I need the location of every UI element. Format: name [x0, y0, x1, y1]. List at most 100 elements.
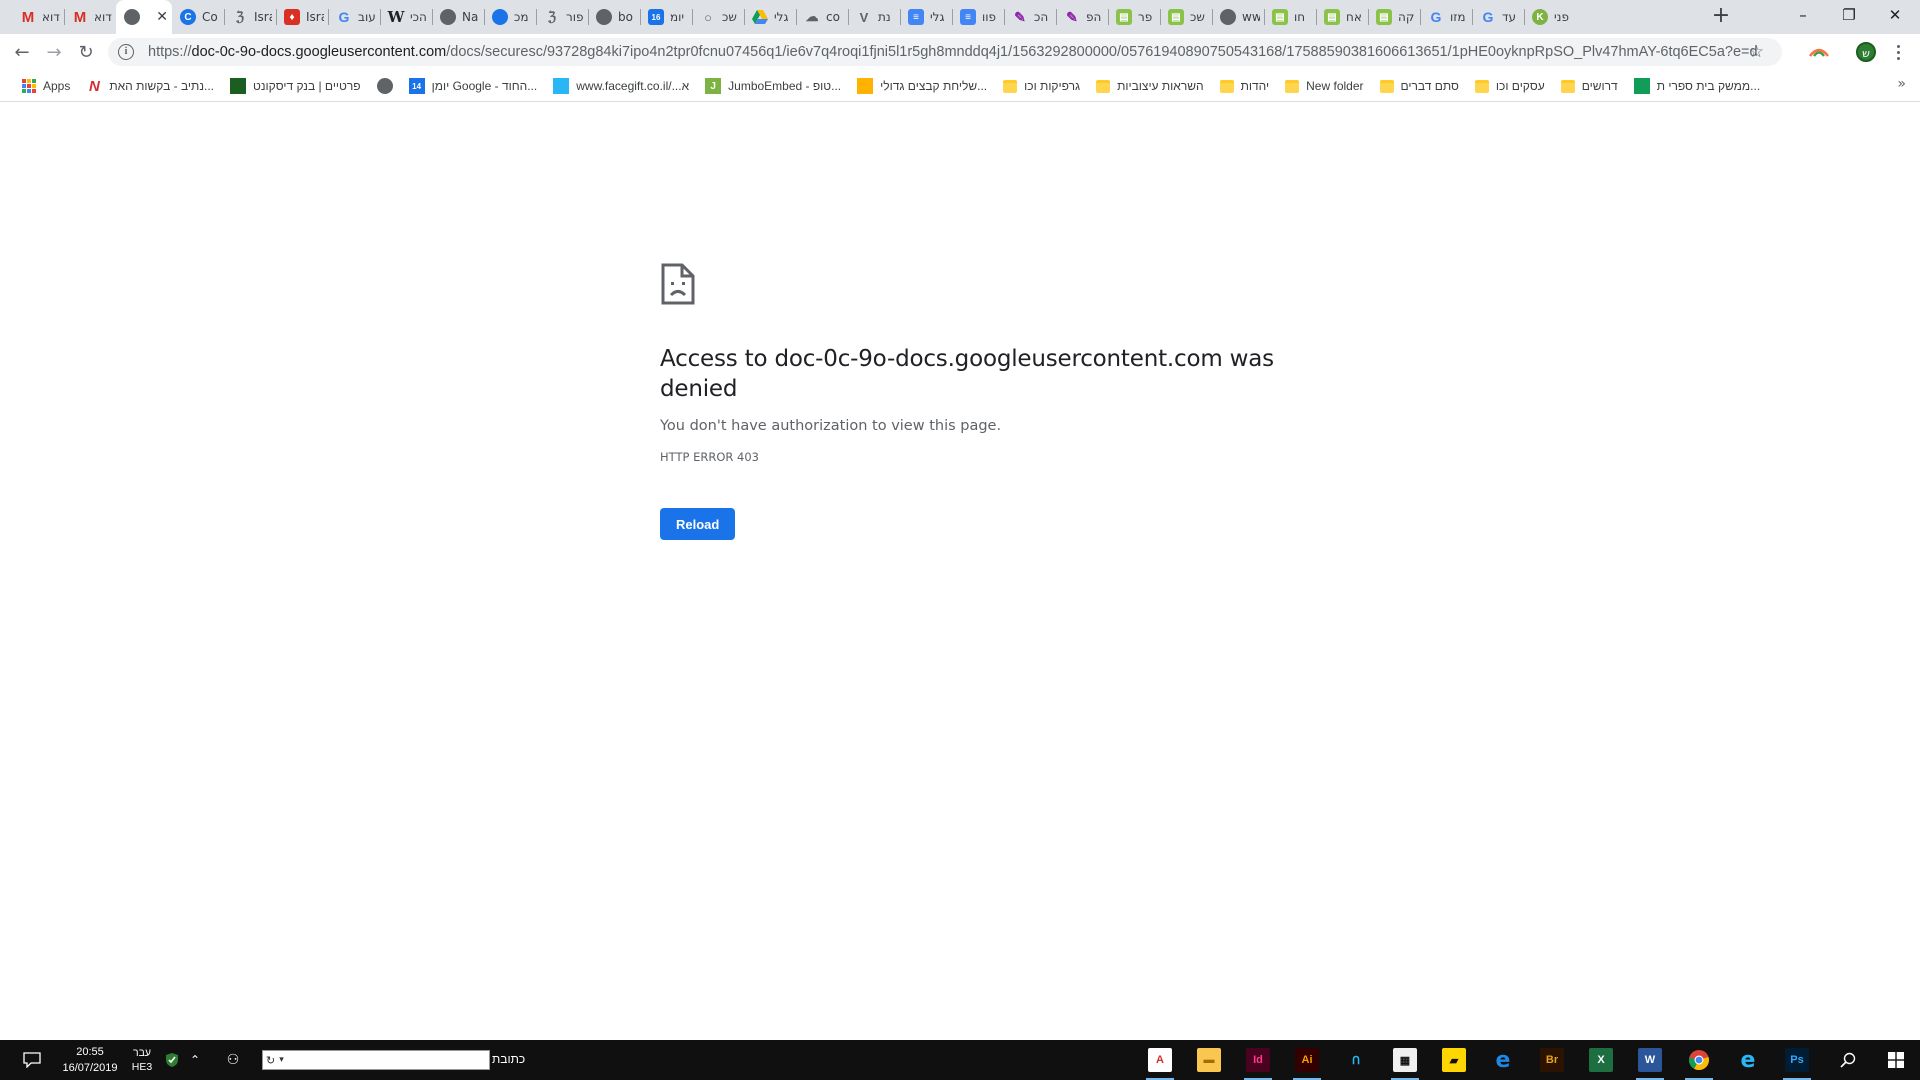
edge-taskbar-button[interactable]: e	[1483, 1040, 1523, 1080]
reload-button[interactable]: Reload	[660, 508, 736, 540]
back-button[interactable]: ←	[8, 38, 36, 66]
bookmark-item[interactable]: שליחת קבצים גדולי...	[849, 72, 995, 100]
people-button[interactable]: ⚇	[220, 1040, 246, 1080]
browser-tab[interactable]: 16 יומ	[640, 0, 692, 34]
bookmark-item[interactable]: 14 יומן Google - החוד...	[401, 72, 546, 100]
bookmark-item[interactable]: ממשק בית ספרי ת...	[1626, 72, 1768, 100]
browser-tab[interactable]: ✎ הכ	[1004, 0, 1056, 34]
bookmark-item[interactable]: פרטיים | בנק דיסקונט	[222, 72, 369, 100]
browser-tab[interactable]: ▤ אח	[1316, 0, 1368, 34]
browser-tab[interactable]: M דוא	[12, 0, 64, 34]
internet-explorer-taskbar-button[interactable]: e	[1728, 1040, 1768, 1080]
gmail-icon: M	[73, 8, 87, 26]
tab-active[interactable]: ✕	[116, 0, 172, 34]
chrome-taskbar-button[interactable]	[1679, 1040, 1719, 1080]
bookmark-folder[interactable]: יהדות	[1212, 72, 1278, 100]
minimize-button[interactable]: –	[1780, 0, 1826, 30]
tab-title: co	[826, 10, 840, 24]
site-info-icon[interactable]: i	[118, 44, 134, 60]
word-taskbar-button[interactable]: W	[1630, 1040, 1670, 1080]
browser-tab[interactable]: G עוב	[328, 0, 380, 34]
browser-tab[interactable]: G עד	[1472, 0, 1524, 34]
calculator-taskbar-button[interactable]: ▦	[1385, 1040, 1425, 1080]
search-icon	[1840, 1052, 1856, 1068]
tab-title: Isra	[306, 10, 324, 24]
more-bookmarks-icon[interactable]: »	[1897, 76, 1906, 92]
bookmark-item[interactable]: www.facegift.co.il/...א	[545, 72, 697, 100]
new-tab-button[interactable]: +	[1708, 4, 1734, 30]
browser-tab[interactable]: ▤ פר	[1108, 0, 1160, 34]
bookmark-label: דרושים	[1581, 79, 1618, 93]
browser-tab[interactable]: מכ	[484, 0, 536, 34]
illustrator-taskbar-button[interactable]: Ai	[1287, 1040, 1327, 1080]
cloud-icon: ☁	[805, 9, 819, 24]
bookmark-folder[interactable]: דרושים	[1553, 72, 1626, 100]
browser-tab[interactable]: ▤ שכ	[1160, 0, 1212, 34]
taskbar-clock[interactable]: 20:55 16/07/2019	[52, 1040, 128, 1080]
sheet-icon: ▤	[1272, 9, 1288, 25]
start-button[interactable]	[1876, 1040, 1916, 1080]
bookmark-folder[interactable]: סתם דברים	[1372, 72, 1467, 100]
show-hidden-icons-button[interactable]: ⌃	[184, 1040, 206, 1080]
chrome-menu-icon[interactable]	[1890, 40, 1906, 64]
network-app-taskbar-button[interactable]: ᑎ	[1336, 1040, 1376, 1080]
apps-shortcut[interactable]: Apps	[14, 72, 78, 100]
reload-page-button[interactable]: ↻	[72, 38, 100, 66]
acrobat-taskbar-button[interactable]: A	[1140, 1040, 1180, 1080]
browser-tab[interactable]: ☁ co	[796, 0, 848, 34]
bridge-taskbar-button[interactable]: Br	[1532, 1040, 1572, 1080]
bookmark-folder[interactable]: עסקים וכו	[1467, 72, 1553, 100]
bookmark-folder[interactable]: New folder	[1277, 72, 1371, 100]
profile-avatar[interactable]: ש	[1856, 42, 1876, 62]
browser-tab[interactable]: bo	[588, 0, 640, 34]
dropdown-arrow-icon[interactable]: ▾	[279, 1055, 284, 1065]
browser-tab[interactable]: M דוא	[64, 0, 116, 34]
refresh-icon[interactable]: ↻	[266, 1054, 275, 1067]
bookmark-label: עסקים וכו	[1495, 79, 1545, 93]
excel-taskbar-button[interactable]: X	[1581, 1040, 1621, 1080]
bookmark-item[interactable]: N נתיב - בקשות האת...	[78, 72, 222, 100]
close-tab-icon[interactable]: ✕	[156, 9, 168, 25]
browser-tab[interactable]: ♦ Isra	[276, 0, 328, 34]
browser-tab[interactable]: C Co	[172, 0, 224, 34]
indesign-taskbar-button[interactable]: Id	[1238, 1040, 1278, 1080]
browser-tab[interactable]: ≡ גלי	[900, 0, 952, 34]
search-button[interactable]	[1830, 1040, 1866, 1080]
forward-button[interactable]: →	[40, 38, 68, 66]
bookmark-folder[interactable]: השראות עיצוביות	[1088, 72, 1212, 100]
bookmark-item[interactable]: J JumboEmbed - טופ...	[697, 72, 849, 100]
sticky-notes-taskbar-button[interactable]: ▰	[1434, 1040, 1474, 1080]
extension-icon[interactable]	[1808, 42, 1830, 62]
browser-tab[interactable]: W הכי	[380, 0, 432, 34]
browser-tab[interactable]: ▤ קה	[1368, 0, 1420, 34]
input-language-button[interactable]: עבר HE3	[128, 1040, 156, 1080]
file-explorer-taskbar-button[interactable]: ▬	[1189, 1040, 1229, 1080]
bookmark-star-icon[interactable]: ☆	[1749, 42, 1764, 62]
browser-tab[interactable]: G מזו	[1420, 0, 1472, 34]
bookmark-folder[interactable]: גרפיקות וכו	[995, 72, 1088, 100]
browser-tab[interactable]: ○ שכ	[692, 0, 744, 34]
taskbar-address-field[interactable]: ↻ ▾	[262, 1050, 490, 1070]
browser-tab[interactable]: K פני	[1524, 0, 1576, 34]
browser-tab[interactable]: ≡ פוו	[952, 0, 1004, 34]
browser-tab[interactable]: ℨ Isra	[224, 0, 276, 34]
close-window-button[interactable]: ✕	[1872, 0, 1918, 30]
browser-tab[interactable]: Na	[432, 0, 484, 34]
browser-tab[interactable]: V נת	[848, 0, 900, 34]
bookmark-item[interactable]	[369, 72, 401, 100]
url-text[interactable]: https://doc-0c-9o-docs.googleusercontent…	[148, 44, 1758, 60]
browser-tab[interactable]: גלי	[744, 0, 796, 34]
tab-title: יומ	[670, 10, 685, 24]
action-center-button[interactable]	[14, 1040, 50, 1080]
browser-tab[interactable]: ℨ פור	[536, 0, 588, 34]
windows-taskbar: 20:55 16/07/2019 עבר HE3 ⌃ ⚇ ↻ ▾ כתובת A…	[0, 1040, 1920, 1080]
language-code: HE3	[131, 1061, 153, 1073]
browser-tab[interactable]: ✎ הפ	[1056, 0, 1108, 34]
browser-tab[interactable]: ▤ חו	[1264, 0, 1316, 34]
security-tray-button[interactable]	[160, 1040, 184, 1080]
maximize-button[interactable]: ❐	[1826, 0, 1872, 30]
address-bar[interactable]: i https://doc-0c-9o-docs.googleuserconte…	[108, 38, 1782, 66]
photoshop-taskbar-button[interactable]: Ps	[1777, 1040, 1817, 1080]
calendar-icon: 16	[648, 9, 664, 25]
browser-tab[interactable]: ww	[1212, 0, 1264, 34]
